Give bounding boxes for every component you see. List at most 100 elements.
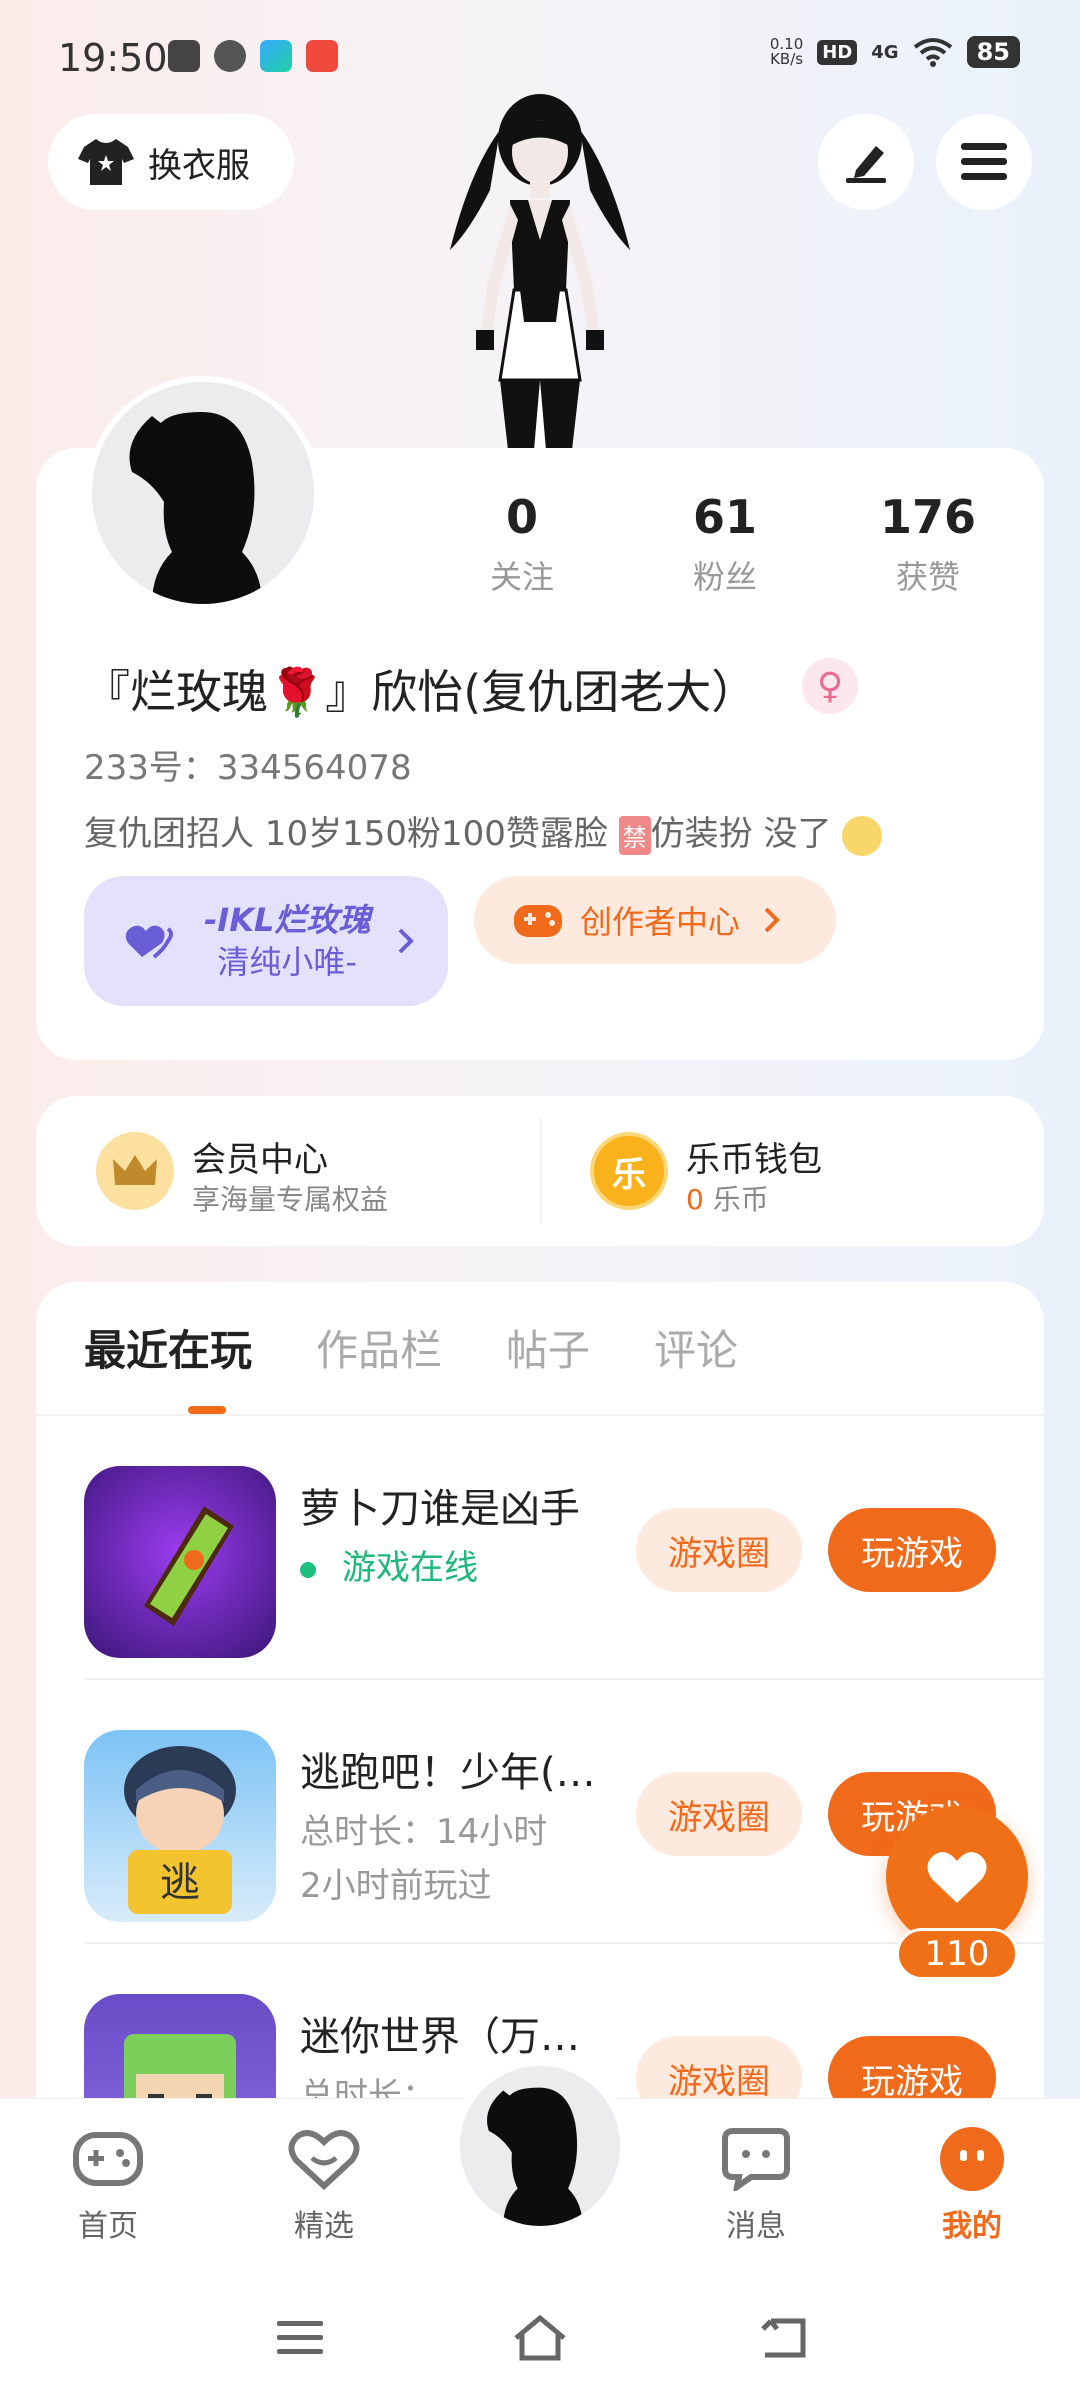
profile-avatar[interactable] <box>86 376 320 610</box>
wifi-icon <box>913 38 952 67</box>
system-navigation-bar <box>0 2268 1080 2400</box>
followers-label: 粉丝 <box>692 558 757 596</box>
notification-app-icon <box>168 40 200 72</box>
signal-4g-icon: 4G <box>871 41 899 63</box>
like-count-badge: 110 <box>896 1928 1018 1980</box>
nav-item-messages[interactable]: 消息 <box>686 2123 826 2245</box>
content-card: 最近在玩 作品栏 帖子 评论 萝卜刀谁是凶手 游戏在线 游戏圈 玩游戏 逃 逃跑… <box>36 1282 1044 2102</box>
nav-label-messages: 消息 <box>726 2209 786 2244</box>
likes-label: 获赞 <box>895 558 960 596</box>
nav-item-home[interactable]: 首页 <box>38 2123 178 2245</box>
home-icon <box>514 2314 566 2361</box>
avatar-silhouette-image <box>460 2066 620 2226</box>
change-outfit-label: 换衣服 <box>148 145 250 186</box>
coin-wallet-balance: 0 乐币 <box>686 1183 769 1216</box>
game-circle-button[interactable]: 游戏圈 <box>636 1508 802 1592</box>
group-tag-button[interactable]: -IKL烂玫瑰 清纯小唯- <box>84 876 448 1006</box>
online-dot-icon <box>300 1561 316 1578</box>
game-play-duration: 总时长：14小时 <box>300 1812 548 1852</box>
female-gender-icon: ♀ <box>802 658 858 714</box>
creator-center-button[interactable]: 创作者中心 <box>474 876 836 964</box>
game-name: 逃跑吧！少年(… <box>300 1750 596 1796</box>
menu-button[interactable] <box>936 114 1032 210</box>
change-outfit-button[interactable]: 换衣服 <box>48 114 294 210</box>
likes-count: 176 <box>879 490 977 544</box>
hd-badge: HD <box>817 39 858 65</box>
nav-label-home: 首页 <box>78 2209 138 2244</box>
heart-outline-icon <box>285 2123 363 2195</box>
game-online-status: 游戏在线 <box>300 1540 478 1589</box>
pen-icon <box>846 146 886 183</box>
following-stat[interactable]: 0 关注 <box>442 490 602 598</box>
tab-recently-played[interactable]: 最近在玩 <box>84 1317 252 1378</box>
play-game-button[interactable]: 玩游戏 <box>828 2036 996 2102</box>
status-right-group: 0.10 KB/s HD 4G 85 <box>770 36 1020 68</box>
nav-label-me: 我的 <box>942 2209 1002 2244</box>
notification-app-icon <box>306 40 338 72</box>
game-thumbnail <box>84 1994 276 2102</box>
tab-works[interactable]: 作品栏 <box>316 1317 442 1378</box>
tab-comments[interactable]: 评论 <box>654 1317 738 1378</box>
coin-wallet-entry[interactable]: 乐 乐币钱包 0 乐币 <box>542 1096 1042 1246</box>
game-last-played: 2小时前玩过 <box>300 1866 492 1906</box>
bio: 复仇团招人 10岁150粉100赞露脸 禁仿装扮 没了 <box>84 806 883 856</box>
neutral-face-emoji-icon <box>842 815 883 856</box>
play-game-button[interactable]: 玩游戏 <box>828 1508 996 1592</box>
following-count: 0 <box>505 490 538 544</box>
nav-center-avatar[interactable] <box>452 2058 628 2234</box>
user-id[interactable]: 233号：334564078 <box>84 740 412 789</box>
heart-icon <box>927 1852 987 1903</box>
back-button[interactable] <box>752 2308 812 2368</box>
game-circle-button[interactable]: 游戏圈 <box>636 1772 802 1856</box>
game-play-duration: 总时长： <box>300 2076 436 2102</box>
likes-stat[interactable]: 176 获赞 <box>848 490 1008 598</box>
avatar-character-figure[interactable] <box>430 90 650 450</box>
followers-count: 61 <box>692 490 757 544</box>
game-name: 萝卜刀谁是凶手 <box>300 1486 580 1532</box>
vip-center-subtitle: 享海量专属权益 <box>192 1183 389 1216</box>
bio-text-after: 仿装扮 没了 <box>650 814 832 854</box>
hamburger-menu-icon <box>961 143 1007 180</box>
game-thumbnail <box>84 1466 276 1658</box>
double-heart-icon <box>125 925 173 959</box>
membership-card: 会员中心 享海量专属权益 乐 乐币钱包 0 乐币 <box>36 1096 1044 1246</box>
chat-bubble-icon <box>717 2123 795 2195</box>
followers-stat[interactable]: 61 粉丝 <box>645 490 805 598</box>
me-face-icon <box>933 2123 1011 2195</box>
nav-label-featured: 精选 <box>294 2209 354 2244</box>
chevron-right-icon <box>398 928 415 954</box>
game-name: 迷你世界（万… <box>300 2014 580 2060</box>
vip-center-title: 会员中心 <box>192 1140 328 1180</box>
coin-icon: 乐 <box>590 1132 668 1210</box>
game-row[interactable]: 萝卜刀谁是凶手 游戏在线 游戏圈 玩游戏 <box>36 1416 1044 1680</box>
battery-indicator: 85 <box>966 36 1020 68</box>
tab-posts[interactable]: 帖子 <box>506 1317 590 1378</box>
game-thumbnail: 逃 <box>84 1730 276 1922</box>
group-tag-text: -IKL烂玫瑰 清纯小唯- <box>204 901 371 981</box>
creator-center-label: 创作者中心 <box>580 903 741 941</box>
crown-icon <box>96 1132 174 1210</box>
gamepad-icon <box>69 2123 147 2195</box>
edit-profile-button[interactable] <box>818 114 914 210</box>
vip-center-entry[interactable]: 会员中心 享海量专属权益 <box>36 1096 536 1246</box>
nav-item-me[interactable]: 我的 <box>902 2123 1042 2245</box>
gamepad-icon <box>514 905 562 937</box>
home-button[interactable] <box>510 2308 570 2368</box>
like-floating-button[interactable] <box>886 1806 1028 1948</box>
chevron-right-icon <box>764 907 780 933</box>
nav-item-featured[interactable]: 精选 <box>254 2123 394 2245</box>
coin-wallet-title: 乐币钱包 <box>686 1140 822 1180</box>
status-notification-icons <box>168 40 338 72</box>
following-label: 关注 <box>489 558 554 596</box>
avatar-silhouette-image <box>92 382 314 604</box>
recent-apps-button[interactable] <box>270 2308 330 2368</box>
wechat-icon <box>214 40 246 72</box>
tshirt-icon <box>78 139 134 185</box>
recent-apps-icon <box>277 2321 323 2354</box>
svg-text:逃: 逃 <box>160 1860 200 1906</box>
status-time: 19:50 <box>58 36 168 80</box>
nickname: 『烂玫瑰🌹』欣怡(复仇团老大） <box>84 665 758 719</box>
back-arrow-icon <box>761 2318 806 2358</box>
game-circle-button[interactable]: 游戏圈 <box>636 2036 802 2102</box>
paper-plane-icon <box>260 40 292 72</box>
